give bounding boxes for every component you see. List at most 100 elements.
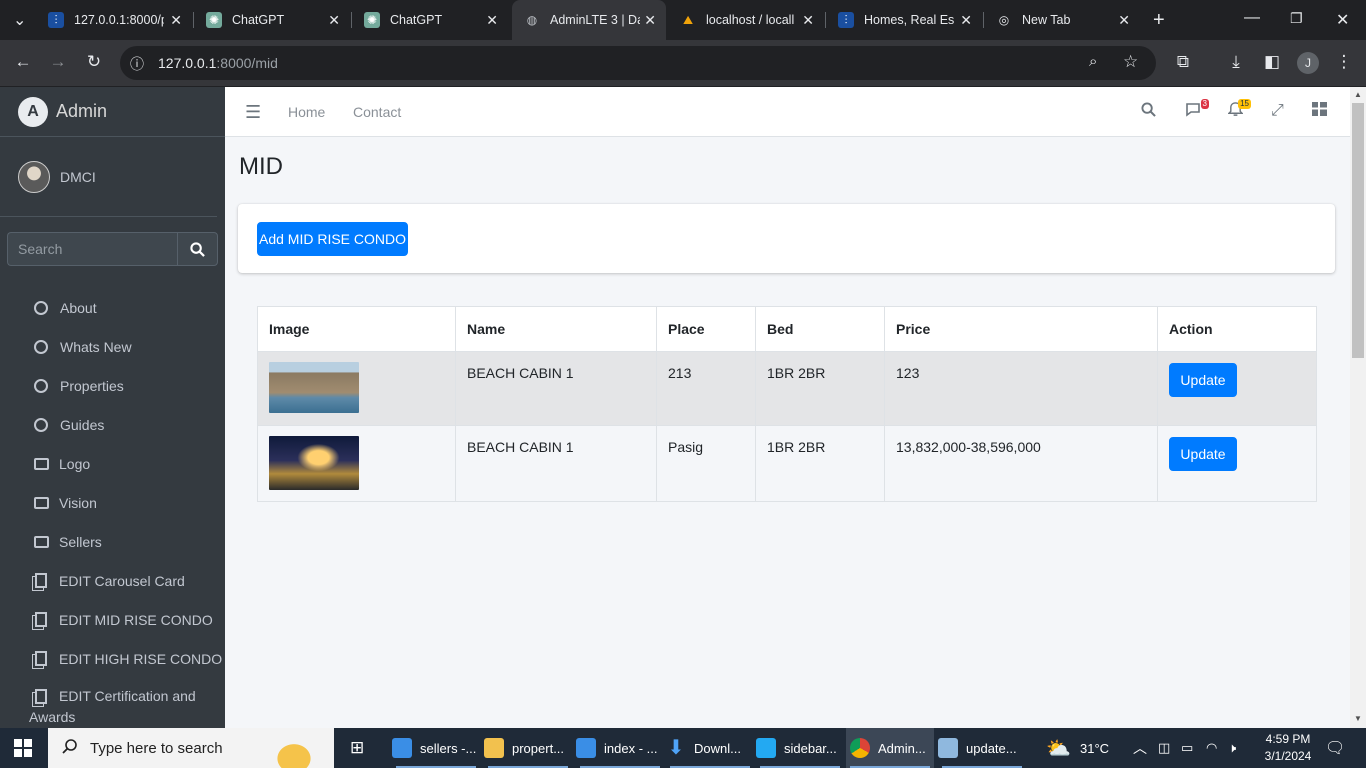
- speaker-muted-icon[interactable]: 🕨: [1228, 728, 1236, 768]
- scroll-down-arrow-icon[interactable]: ▼: [1354, 714, 1362, 723]
- taskbar-clock[interactable]: 4:59 PM 3/1/2024: [1258, 731, 1318, 765]
- browser-tab-strip: ⌄ ⫶ 127.0.0.1:8000/p ✕ ✺ ChatGPT ✕ ✺ Cha…: [0, 0, 1366, 40]
- taskbar-app-properties-folder[interactable]: propert...: [484, 728, 572, 768]
- scroll-up-arrow-icon[interactable]: ▲: [1354, 90, 1362, 99]
- image-icon: [34, 496, 49, 509]
- extensions-icon[interactable]: ⧉: [1172, 52, 1194, 72]
- browser-tab-4-active[interactable]: ◍ AdminLTE 3 | Da ✕: [512, 0, 666, 40]
- tab-close-icon[interactable]: ✕: [644, 12, 656, 29]
- add-mid-rise-condo-button[interactable]: Add MID RISE CONDO: [257, 222, 408, 256]
- weather-icon[interactable]: ⛅: [1046, 728, 1071, 768]
- restore-window-icon[interactable]: ❐: [1290, 10, 1303, 27]
- messages-icon[interactable]: 3: [1185, 99, 1209, 122]
- browser-tab-5[interactable]: ⛰ localhost / locall ✕: [668, 0, 824, 40]
- taskbar-app-downloads[interactable]: ⬇ Downl...: [666, 728, 754, 768]
- tab-close-icon[interactable]: ✕: [328, 12, 340, 29]
- windows-start-icon[interactable]: [14, 739, 32, 757]
- copy-icon: [35, 612, 47, 627]
- user-name[interactable]: DMCI: [60, 169, 96, 185]
- windows-taskbar: Type here to search ⊞ sellers -... prope…: [0, 728, 1366, 768]
- price-cell: 123: [884, 351, 1158, 426]
- taskbar-app-index[interactable]: index - ...: [576, 728, 664, 768]
- side-panel-icon[interactable]: ◧: [1261, 52, 1283, 72]
- circle-icon: [34, 378, 48, 393]
- nav-link-home[interactable]: Home: [288, 104, 325, 120]
- sidebar-item-label: Vision: [59, 494, 97, 511]
- page-scrollbar[interactable]: ▲ ▼: [1350, 87, 1366, 728]
- sidebar-item-edit-carousel-card[interactable]: EDIT Carousel Card: [0, 561, 225, 600]
- brand-link[interactable]: A Admin: [0, 87, 225, 137]
- sidebar-item-properties[interactable]: Properties: [0, 366, 225, 405]
- editor-app-icon: [576, 738, 596, 758]
- meet-now-icon[interactable]: ◫: [1158, 728, 1170, 768]
- browser-tab-6[interactable]: ⫶ Homes, Real Esta ✕: [826, 0, 982, 40]
- url-host: 127.0.0.1: [158, 55, 217, 71]
- tab-title: New Tab: [1022, 13, 1071, 27]
- weather-temperature[interactable]: 31°C: [1080, 728, 1109, 768]
- tab-close-icon[interactable]: ✕: [802, 12, 814, 29]
- sidebar-item-logo[interactable]: Logo: [0, 444, 225, 483]
- sidebar-search-button[interactable]: [177, 232, 218, 266]
- tab-close-icon[interactable]: ✕: [486, 12, 498, 29]
- sidebar-search-input[interactable]: [7, 232, 177, 266]
- browser-menu-icon[interactable]: ⋮: [1333, 52, 1355, 72]
- sidebar-item-whats-new[interactable]: Whats New: [0, 327, 225, 366]
- sidebar-item-edit-certification-awards[interactable]: EDIT Certification and Awards: [0, 678, 225, 728]
- task-view-icon[interactable]: ⊞: [350, 728, 364, 768]
- sidebar-item-sellers[interactable]: Sellers: [0, 522, 225, 561]
- download-icon[interactable]: ⤓: [1225, 52, 1247, 72]
- close-window-icon[interactable]: ✕: [1336, 10, 1349, 30]
- browser-toolbar: ← → ↻ ⓘ 127.0.0.1:8000/mid ⌕ ☆ ⧉ ⤓ ◧ J ⋮: [0, 40, 1366, 86]
- browser-tab-1[interactable]: ⫶ 127.0.0.1:8000/p ✕: [36, 0, 192, 40]
- browser-tab-3[interactable]: ✺ ChatGPT ✕: [352, 0, 508, 40]
- sidebar-item-edit-high-rise-condo[interactable]: EDIT HIGH RISE CONDO: [0, 639, 225, 678]
- hamburger-menu-icon[interactable]: ☰: [245, 102, 261, 123]
- tab-title: ChatGPT: [390, 13, 443, 27]
- tab-close-icon[interactable]: ✕: [170, 12, 182, 29]
- battery-icon[interactable]: ▭: [1181, 728, 1193, 768]
- update-button[interactable]: Update: [1169, 363, 1237, 397]
- phpmyadmin-favicon-icon: ⛰: [682, 12, 694, 27]
- forward-arrow-icon[interactable]: →: [47, 52, 69, 72]
- browser-tab-2[interactable]: ✺ ChatGPT ✕: [194, 0, 350, 40]
- browser-tab-7[interactable]: ◎ New Tab ✕: [984, 0, 1140, 40]
- sidebar-item-about[interactable]: About: [0, 288, 225, 327]
- sidebar-item-label: EDIT Carousel Card: [59, 572, 185, 589]
- notifications-bell-icon[interactable]: 15: [1227, 99, 1251, 122]
- taskbar-app-sellers[interactable]: sellers -...: [392, 728, 480, 768]
- scrollbar-thumb[interactable]: [1352, 103, 1364, 358]
- control-sidebar-grid-icon[interactable]: [1312, 102, 1327, 121]
- zoom-icon[interactable]: ⌕: [1089, 53, 1097, 70]
- fullscreen-expand-icon[interactable]: ⤢: [1271, 102, 1284, 120]
- navbar-search-icon[interactable]: [1141, 102, 1156, 122]
- taskbar-app-update[interactable]: update...: [938, 728, 1026, 768]
- tab-search-chevron-icon[interactable]: ⌄: [13, 10, 26, 30]
- top-navbar: ☰ Home Contact 3 15 ⤢: [225, 87, 1350, 137]
- show-hidden-icons-chevron-icon[interactable]: ︿: [1133, 728, 1147, 768]
- site-info-icon[interactable]: ⓘ: [130, 54, 144, 74]
- taskbar-search-box[interactable]: Type here to search: [48, 728, 334, 768]
- sidebar-item-guides[interactable]: Guides: [0, 405, 225, 444]
- column-header-bed: Bed: [755, 306, 885, 352]
- column-header-image: Image: [257, 306, 456, 352]
- address-bar[interactable]: ⓘ 127.0.0.1:8000/mid ⌕ ☆: [120, 46, 1156, 80]
- sidebar-item-vision[interactable]: Vision: [0, 483, 225, 522]
- notification-center-icon[interactable]: 🗨: [1325, 728, 1345, 768]
- minimize-window-icon[interactable]: —: [1244, 9, 1260, 27]
- bookmark-star-icon[interactable]: ☆: [1123, 52, 1138, 72]
- reload-icon[interactable]: ↻: [83, 52, 105, 72]
- tab-close-icon[interactable]: ✕: [1118, 12, 1130, 29]
- tab-close-icon[interactable]: ✕: [960, 12, 972, 29]
- nav-link-contact[interactable]: Contact: [353, 104, 401, 120]
- wifi-icon[interactable]: ◠: [1206, 728, 1217, 768]
- back-arrow-icon[interactable]: ←: [12, 52, 34, 72]
- sidebar-item-label: EDIT MID RISE CONDO: [59, 611, 213, 628]
- profile-avatar[interactable]: J: [1297, 52, 1319, 74]
- taskbar-app-chrome-admin[interactable]: Admin...: [846, 728, 934, 768]
- sidebar-item-edit-mid-rise-condo[interactable]: EDIT MID RISE CONDO: [0, 600, 225, 639]
- new-tab-plus-icon[interactable]: +: [1153, 9, 1165, 32]
- editor-app-icon: [392, 738, 412, 758]
- taskbar-app-vscode-sidebar[interactable]: sidebar...: [756, 728, 844, 768]
- sidebar-item-label-line2: Awards: [29, 709, 76, 725]
- update-button[interactable]: Update: [1169, 437, 1237, 471]
